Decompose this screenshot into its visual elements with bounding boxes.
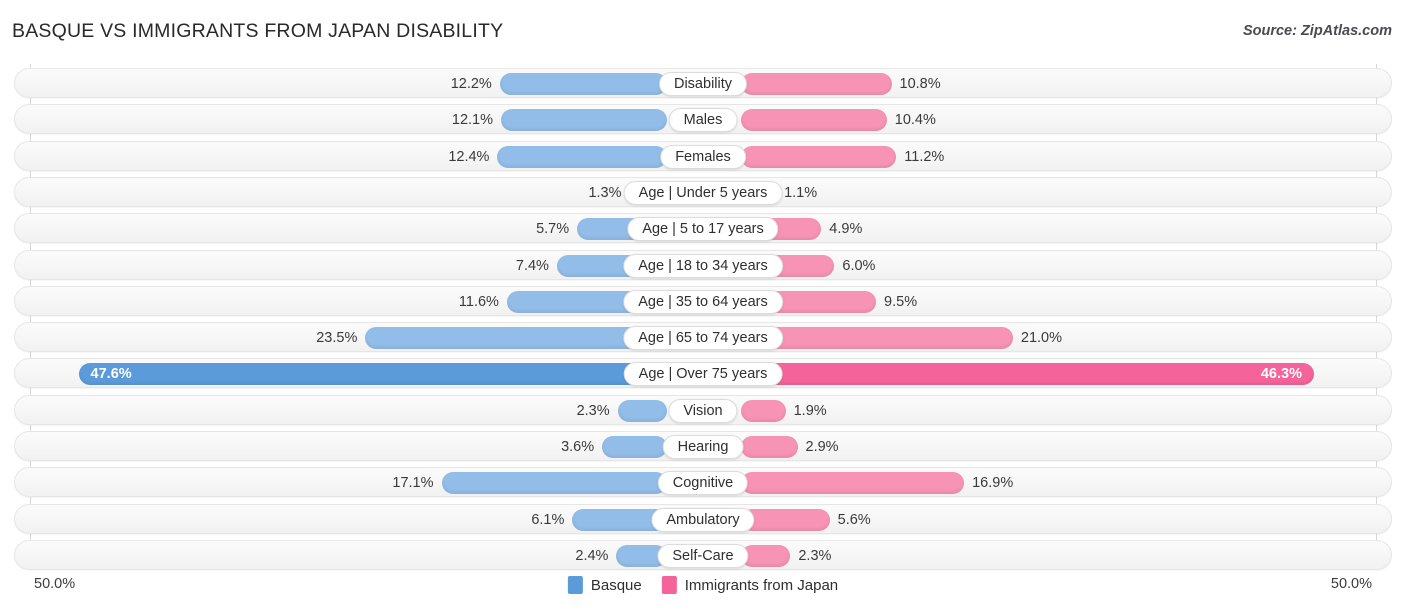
category-label: Age | 5 to 17 years	[627, 217, 779, 242]
chart-row: 5.7% 4.9% Age | 5 to 17 years	[14, 213, 1392, 244]
chart-row-inner: 2.4% 2.3% Self-Care	[15, 541, 1391, 569]
bar-immigrants-from-japan	[741, 109, 887, 132]
bar-basque	[499, 73, 667, 95]
chart-row-inner: 6.1% 5.6% Ambulatory	[15, 505, 1391, 533]
bar-basque	[501, 109, 667, 132]
chart-row: 12.4% 11.2% Females	[14, 140, 1392, 171]
legend-item: Basque	[567, 576, 642, 594]
category-label: Age | 35 to 64 years	[623, 289, 783, 314]
legend-label: Immigrants from Japan	[684, 576, 839, 594]
value-label-basque: 11.6%	[458, 293, 499, 310]
bar-immigrants-from-japan	[741, 436, 798, 458]
value-label-basque: 5.7%	[536, 221, 570, 238]
value-label-immigrants-from-japan: 46.3%	[1260, 366, 1302, 383]
chart-row-inner: 12.2% 10.8% Disability	[15, 69, 1391, 97]
category-label: Disability	[658, 72, 748, 96]
category-label: Vision	[668, 398, 738, 423]
bar-basque	[78, 363, 667, 386]
chart-row: 7.4% 6.0% Age | 18 to 34 years	[14, 249, 1392, 280]
chart-row: 1.3% 1.1% Age | Under 5 years	[14, 176, 1392, 207]
chart-row-inner: 17.1% 16.9% Cognitive	[15, 468, 1391, 496]
value-label-immigrants-from-japan: 1.1%	[784, 184, 818, 201]
category-label: Age | Over 75 years	[623, 362, 783, 387]
chart-row-inner: 11.6% 9.5% Age | 35 to 64 years	[15, 287, 1391, 315]
chart-row-inner: 47.6% 46.3% Age | Over 75 years	[15, 359, 1391, 387]
value-label-basque: 17.1%	[392, 475, 434, 492]
value-label-immigrants-from-japan: 10.8%	[899, 76, 941, 92]
legend-swatch-icon	[661, 576, 677, 594]
chart-row: 12.2% 10.8% Disability	[14, 68, 1392, 98]
chart-legend: Basque Immigrants from Japan	[567, 576, 839, 594]
value-label-immigrants-from-japan: 2.9%	[805, 439, 839, 455]
chart-row: 23.5% 21.0% Age | 65 to 74 years	[14, 322, 1392, 353]
category-label: Hearing	[662, 435, 744, 459]
bar-immigrants-from-japan	[741, 472, 965, 495]
legend-swatch-icon	[567, 576, 583, 594]
value-label-basque: 6.1%	[531, 511, 565, 528]
value-label-immigrants-from-japan: 11.2%	[904, 148, 945, 165]
value-label-basque: 3.6%	[561, 439, 595, 455]
category-label: Males	[668, 108, 738, 133]
axis-label-left: 50.0%	[34, 576, 76, 592]
value-label-basque: 12.4%	[448, 148, 490, 165]
page-title: BASQUE VS IMMIGRANTS FROM JAPAN DISABILI…	[12, 20, 504, 42]
value-label-basque: 7.4%	[515, 257, 549, 274]
chart-row: 47.6% 46.3% Age | Over 75 years	[14, 358, 1392, 389]
chart-row: 17.1% 16.9% Cognitive	[14, 467, 1392, 498]
category-label: Females	[660, 144, 746, 169]
chart-row: 11.6% 9.5% Age | 35 to 64 years	[14, 285, 1392, 316]
value-label-basque: 12.2%	[450, 76, 492, 92]
axis-label-right: 50.0%	[1330, 576, 1372, 592]
value-label-basque: 12.1%	[451, 112, 493, 129]
value-label-basque: 47.6%	[90, 366, 132, 383]
chart-row-inner: 1.3% 1.1% Age | Under 5 years	[15, 178, 1391, 206]
chart-footer: 50.0% 50.0% Basque Immigrants from Japan	[0, 566, 1406, 612]
chart-row: 12.1% 10.4% Males	[14, 104, 1392, 135]
bar-immigrants-from-japan	[741, 145, 897, 168]
value-label-immigrants-from-japan: 4.9%	[829, 221, 863, 238]
value-label-immigrants-from-japan: 10.4%	[894, 112, 936, 129]
bar-basque	[441, 472, 667, 495]
chart-row-inner: 12.4% 11.2% Females	[15, 142, 1391, 170]
bar-basque	[602, 436, 667, 458]
category-label: Age | Under 5 years	[623, 180, 783, 205]
bar-immigrants-from-japan	[741, 544, 791, 567]
chart-row-inner: 7.4% 6.0% Age | 18 to 34 years	[15, 251, 1391, 279]
chart-row-inner: 23.5% 21.0% Age | 65 to 74 years	[15, 323, 1391, 351]
category-label: Cognitive	[657, 471, 749, 496]
diverging-bar-chart: 12.2% 10.8% Disability 12.1% 10.4% Males 12.4%…	[0, 58, 1406, 570]
chart-row-inner: 5.7% 4.9% Age | 5 to 17 years	[15, 214, 1391, 242]
bar-immigrants-from-japan	[741, 363, 1314, 386]
chart-row-inner: 2.3% 1.9% Vision	[15, 396, 1391, 424]
value-label-immigrants-from-japan: 9.5%	[884, 293, 918, 310]
value-label-immigrants-from-japan: 1.9%	[793, 402, 827, 419]
bar-immigrants-from-japan	[741, 399, 786, 422]
value-label-basque: 1.3%	[588, 184, 622, 201]
chart-row: 3.6% 2.9% Hearing	[14, 431, 1392, 461]
category-label: Self-Care	[657, 543, 749, 568]
legend-label: Basque	[590, 576, 642, 594]
value-label-immigrants-from-japan: 21.0%	[1020, 330, 1063, 347]
chart-row-inner: 3.6% 2.9% Hearing	[15, 432, 1391, 460]
chart-row: 2.3% 1.9% Vision	[14, 394, 1392, 425]
legend-item: Immigrants from Japan	[661, 576, 839, 594]
category-label: Age | 65 to 74 years	[623, 326, 783, 351]
category-label: Ambulatory	[651, 507, 755, 532]
chart-header: BASQUE VS IMMIGRANTS FROM JAPAN DISABILI…	[0, 0, 1406, 58]
bar-basque	[617, 399, 667, 422]
value-label-basque: 23.5%	[316, 330, 358, 347]
category-label: Age | 18 to 34 years	[623, 253, 783, 278]
value-label-immigrants-from-japan: 5.6%	[837, 511, 871, 528]
bar-basque	[497, 145, 667, 168]
bar-basque	[365, 327, 667, 350]
value-label-immigrants-from-japan: 16.9%	[972, 475, 1014, 492]
value-label-basque: 2.3%	[576, 402, 610, 419]
chart-row: 6.1% 5.6% Ambulatory	[14, 503, 1392, 534]
bar-immigrants-from-japan	[741, 73, 892, 95]
chart-row-inner: 12.1% 10.4% Males	[15, 105, 1391, 133]
value-label-immigrants-from-japan: 6.0%	[842, 257, 876, 274]
source-attribution: Source: ZipAtlas.com	[1242, 23, 1392, 39]
